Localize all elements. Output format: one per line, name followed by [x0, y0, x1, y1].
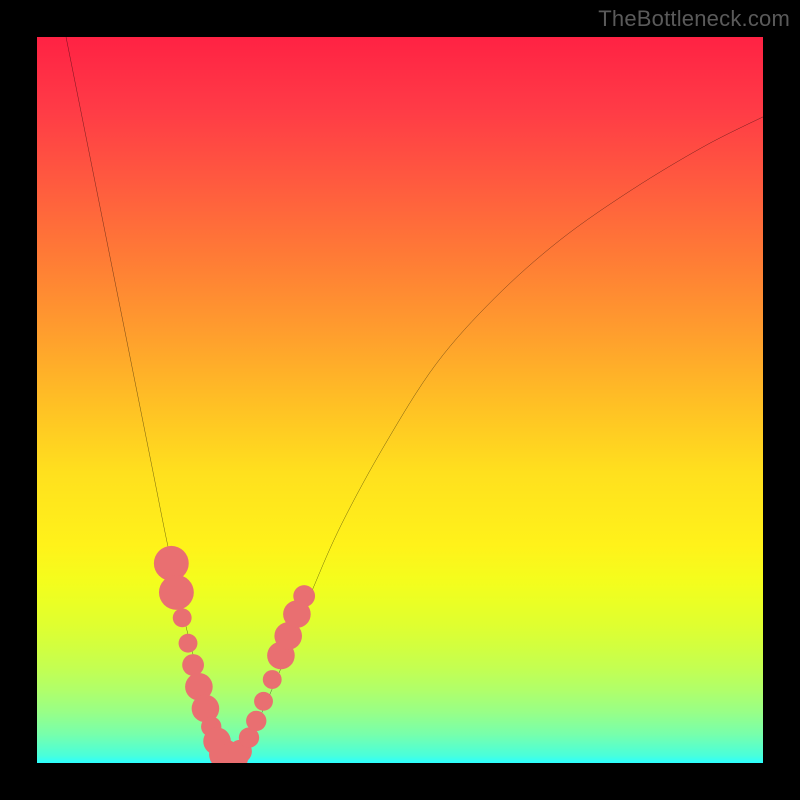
- chart-frame: TheBottleneck.com: [0, 0, 800, 800]
- highlight-point: [182, 654, 204, 676]
- highlight-point: [218, 742, 248, 763]
- highlight-point: [185, 673, 213, 701]
- highlight-point: [192, 695, 220, 723]
- highlight-point: [274, 622, 302, 650]
- plot-area: [37, 37, 763, 763]
- highlight-point: [159, 575, 194, 610]
- bottleneck-curve: [66, 37, 763, 760]
- highlight-points: [154, 546, 315, 763]
- highlight-point: [201, 717, 221, 737]
- highlight-point: [254, 692, 273, 711]
- highlight-point: [203, 727, 231, 755]
- highlight-point: [154, 546, 189, 581]
- highlight-point: [246, 711, 266, 731]
- watermark-text: TheBottleneck.com: [598, 6, 790, 32]
- highlight-point: [173, 608, 192, 627]
- highlight-point: [209, 739, 239, 763]
- highlight-point: [293, 585, 315, 607]
- highlight-point: [283, 600, 311, 628]
- highlight-point: [179, 634, 198, 653]
- highlight-point: [267, 642, 295, 670]
- highlight-point: [263, 670, 282, 689]
- highlight-point: [229, 740, 252, 763]
- highlight-point: [239, 727, 259, 747]
- curve-layer: [37, 37, 763, 763]
